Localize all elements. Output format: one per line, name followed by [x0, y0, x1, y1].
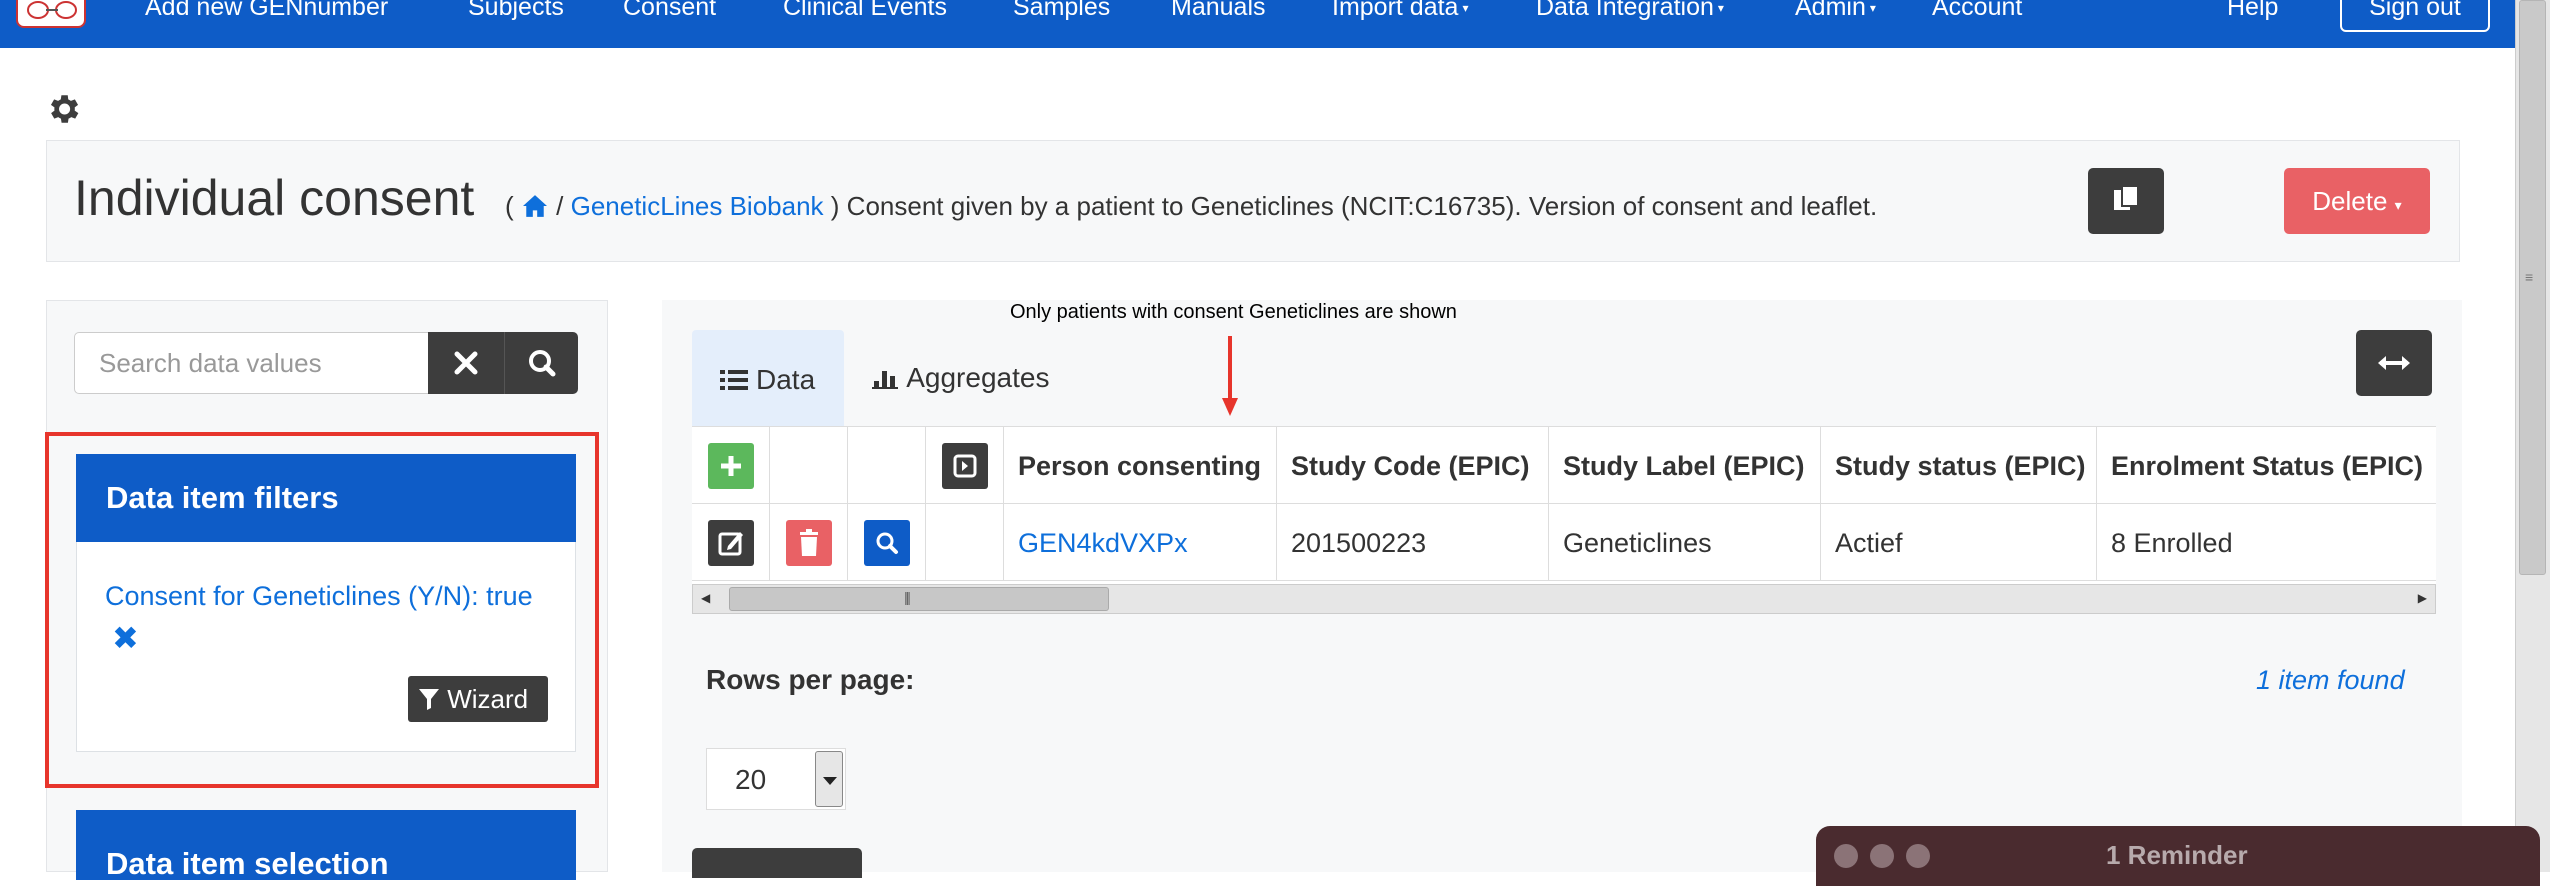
nav-samples[interactable]: Samples [1013, 0, 1110, 20]
edit-icon [718, 532, 743, 556]
table-cell: GEN4kdVXPx [1004, 504, 1277, 581]
vertical-scrollbar[interactable]: ≡ [2515, 0, 2550, 872]
list-icon [720, 370, 748, 390]
reminder-title: 1 Reminder [2106, 840, 2248, 870]
gear-icon[interactable] [44, 90, 82, 128]
table-row [926, 504, 1004, 581]
scrollbar-grip-icon: ||| [904, 589, 911, 605]
column-header-study-status[interactable]: Study status (EPIC) [1821, 427, 2097, 504]
plus-icon [721, 456, 741, 476]
dropdown-arrow-icon[interactable] [815, 751, 843, 807]
window-minimize-button[interactable] [1870, 844, 1894, 868]
nav-manuals[interactable]: Manuals [1171, 0, 1266, 20]
view-row-button[interactable] [864, 520, 910, 566]
table-cell: 8 Enrolled [2097, 504, 2436, 581]
nav-consent[interactable]: Consent [623, 0, 716, 20]
nav-help[interactable]: Help [2227, 0, 2278, 20]
breadcrumb-link-biobank[interactable]: GeneticLines Biobank [571, 191, 824, 221]
table-header-cell [770, 427, 848, 504]
column-header-enrolment-status[interactable]: Enrolment Status (EPIC) [2097, 427, 2436, 504]
rows-per-page-select[interactable]: 20 [706, 748, 846, 810]
caret-down-icon: ▾ [1869, 1, 1876, 16]
arrows-horizontal-icon [2378, 356, 2410, 370]
caret-down-icon: ▾ [1462, 1, 1469, 16]
add-row-button[interactable] [708, 443, 754, 489]
nav-account[interactable]: Account [1932, 0, 2022, 20]
consent-description: ) Consent given by a patient to Geneticl… [830, 191, 1878, 221]
scrollbar-thumb[interactable]: ||| [729, 587, 1109, 611]
search-icon [876, 532, 898, 554]
sign-out-button[interactable]: Sign out [2340, 0, 2490, 32]
search-input[interactable]: Search data values [74, 332, 430, 394]
delete-row-button[interactable] [786, 520, 832, 566]
nav-clinical-events[interactable]: Clinical Events [783, 0, 947, 20]
nav-add-gennumber[interactable]: Add new GENnumber [145, 0, 388, 20]
edit-button[interactable] [708, 520, 754, 566]
nav-subjects[interactable]: Subjects [468, 0, 564, 20]
search-icon [529, 350, 556, 377]
filters-highlight-box [45, 432, 599, 788]
table-header-cell [692, 427, 770, 504]
rows-per-page-label: Rows per page: [706, 664, 915, 695]
scroll-right-icon[interactable]: ▶ [2418, 591, 2427, 605]
window-zoom-button[interactable] [1906, 844, 1930, 868]
table-row [848, 504, 926, 581]
trash-icon [800, 529, 818, 556]
table-row [770, 504, 848, 581]
nav-admin[interactable]: Admin ▾ [1795, 0, 1876, 21]
table-cell: Geneticlines [1549, 504, 1821, 581]
app-logo[interactable] [16, 0, 86, 28]
column-header-study-label[interactable]: Study Label (EPIC) [1549, 427, 1821, 504]
caret-down-icon: ▾ [2394, 197, 2402, 213]
scrollbar-thumb[interactable] [2519, 0, 2546, 575]
caret-down-icon: ▾ [1717, 1, 1724, 16]
table-row [692, 504, 770, 581]
columns-icon [953, 454, 977, 478]
bottom-action-button[interactable] [692, 848, 862, 878]
horizontal-scrollbar[interactable]: ◀ ||| ▶ [692, 584, 2436, 614]
nav-import-data[interactable]: Import data ▾ [1332, 0, 1468, 21]
annotation-note: Only patients with consent Geneticlines … [1010, 301, 1457, 323]
tab-aggregates[interactable]: Aggregates [872, 362, 1049, 394]
reminder-window[interactable]: 1 Reminder [1816, 826, 2540, 886]
top-navbar: Add new GENnumber Subjects Consent Clini… [0, 0, 2515, 48]
window-close-button[interactable] [1834, 844, 1858, 868]
column-header-person-consenting[interactable]: Person consenting [1004, 427, 1277, 504]
expand-width-button[interactable] [2356, 330, 2432, 396]
column-settings-button[interactable] [942, 443, 988, 489]
items-found-count: 1 item found [2256, 665, 2405, 695]
person-link[interactable]: GEN4kdVXPx [1018, 528, 1188, 558]
table-header-cell [848, 427, 926, 504]
clear-search-button[interactable] [428, 332, 504, 394]
arrow-down-icon [1222, 336, 1238, 416]
tab-data[interactable]: Data [692, 330, 844, 426]
nav-data-integration[interactable]: Data Integration ▾ [1536, 0, 1724, 21]
scroll-left-icon[interactable]: ◀ [701, 591, 710, 605]
breadcrumb: ( / GeneticLines Biobank ) Consent given… [505, 191, 1878, 221]
copy-button[interactable] [2088, 168, 2164, 234]
column-header-study-code[interactable]: Study Code (EPIC) [1277, 427, 1549, 504]
table-header-cell [926, 427, 1004, 504]
table-cell: Actief [1821, 504, 2097, 581]
data-item-selection-title[interactable]: Data item selection [76, 810, 576, 880]
delete-button[interactable]: Delete ▾ [2284, 168, 2430, 234]
home-icon[interactable] [521, 191, 549, 221]
data-table: Person consenting Study Code (EPIC) Stud… [692, 426, 2436, 586]
bar-chart-icon [872, 371, 898, 389]
search-button[interactable] [504, 332, 578, 394]
scrollbar-grip-icon: ≡ [2525, 269, 2534, 285]
page-title: Individual consent [74, 170, 475, 226]
table-cell: 201500223 [1277, 504, 1549, 581]
